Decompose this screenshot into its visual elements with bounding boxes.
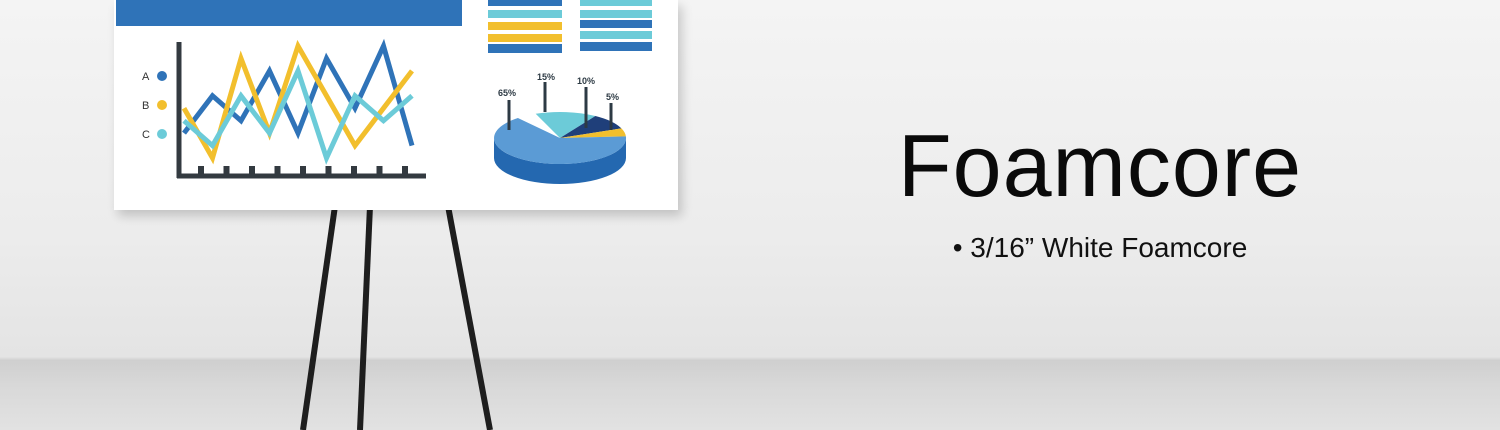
legend-dot-c — [157, 129, 167, 139]
x-tick — [300, 166, 306, 175]
x-tick — [223, 166, 230, 175]
legend-dot-a — [157, 71, 167, 81]
x-tick — [325, 166, 332, 175]
pie-label-15: 15% — [537, 72, 555, 82]
pie-label-5: 5% — [606, 92, 619, 102]
easel-scene: A B C 65% 15% 10% 5% — [0, 0, 700, 430]
pie-label-65: 65% — [498, 88, 516, 98]
title-block: Foamcore • 3/16” White Foamcore — [880, 122, 1320, 264]
easel-leg-left — [300, 205, 338, 430]
board-banner — [116, 0, 462, 26]
easel-leg-middle — [357, 205, 373, 430]
legend-label-c: C — [142, 129, 150, 141]
x-tick — [249, 166, 255, 175]
legend-label-b: B — [142, 100, 149, 112]
x-tick — [351, 166, 357, 175]
bullet-item: • 3/16” White Foamcore — [952, 232, 1248, 263]
board-graphics: A B C 65% 15% 10% 5% — [116, 0, 652, 184]
foamcore-board: A B C 65% 15% 10% 5% — [114, 0, 678, 210]
x-tick — [402, 166, 408, 175]
x-tick — [274, 166, 281, 175]
pie-chart: 65% 15% 10% 5% — [494, 72, 627, 184]
easel-leg-right — [445, 205, 493, 430]
line-legend: A B C — [142, 71, 167, 141]
legend-label-a: A — [142, 71, 150, 83]
stacked-bars-left — [488, 0, 562, 53]
page-title: Foamcore — [897, 116, 1303, 215]
line-chart — [176, 38, 426, 179]
x-tick — [376, 166, 383, 175]
legend-dot-b — [157, 100, 167, 110]
pie-label-10: 10% — [577, 76, 595, 86]
x-tick — [198, 166, 204, 175]
stacked-bars-right — [580, 0, 652, 51]
